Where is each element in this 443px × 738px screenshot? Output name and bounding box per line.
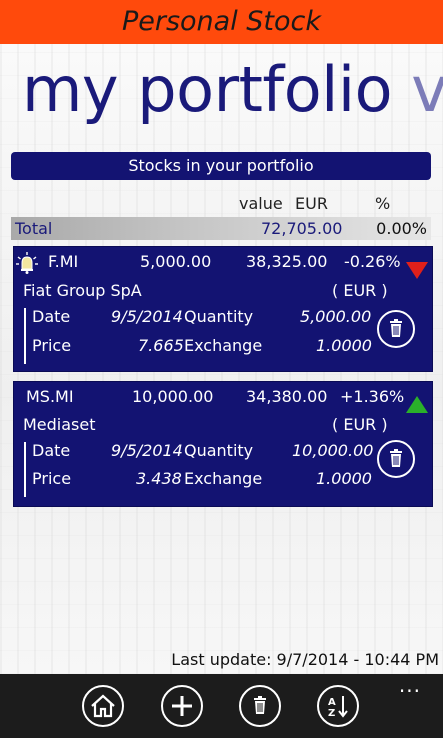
stock-name: Fiat Group SpA (23, 281, 142, 300)
detail-divider (24, 308, 26, 364)
column-header-currency: EUR (295, 194, 328, 213)
delete-button[interactable] (239, 685, 281, 727)
home-button[interactable] (82, 685, 124, 727)
add-icon (172, 696, 192, 716)
quantity-detail: 5,000.00 (300, 307, 372, 326)
stock-quantity: 5,000.00 (140, 252, 212, 271)
alert-bell-icon[interactable] (16, 252, 38, 278)
stock-currency: ( EUR ) (332, 281, 388, 300)
portfolio-section-header: Stocks in your portfolio (11, 152, 431, 180)
delete-icon (254, 696, 266, 714)
app-bar: A Z ... (0, 674, 443, 738)
price-label: Price (32, 336, 72, 355)
column-header-value: value (239, 194, 283, 213)
delete-stock-button[interactable] (377, 440, 415, 478)
pivot-next-title[interactable]: vi (411, 53, 443, 126)
trash-icon (390, 449, 402, 467)
exchange-label: Exchange (184, 469, 263, 488)
stock-symbol: F.MI (48, 252, 79, 271)
trend-up-icon (406, 396, 428, 413)
app-title-bar: Personal Stock (0, 0, 443, 44)
trend-down-icon (406, 262, 428, 279)
svg-text:Z: Z (328, 708, 335, 719)
stock-quantity: 10,000.00 (132, 387, 214, 406)
quantity-detail: 10,000.00 (292, 441, 374, 460)
trash-icon (390, 319, 402, 337)
stock-name: Mediaset (23, 415, 96, 434)
app-title: Personal Stock (121, 6, 322, 37)
more-options-button[interactable]: ... (399, 675, 421, 695)
purchase-date: 9/5/2014 (111, 307, 183, 326)
stock-value: 34,380.00 (246, 387, 328, 406)
stock-change-percent: +1.36% (340, 387, 405, 406)
total-label: Total (15, 219, 53, 238)
stock-value: 38,325.00 (246, 252, 328, 271)
sort-button[interactable]: A Z (317, 685, 359, 727)
delete-stock-button[interactable] (377, 310, 415, 348)
stock-card[interactable]: MS.MI 10,000.00 34,380.00 +1.36% Mediase… (13, 381, 433, 507)
stock-currency: ( EUR ) (332, 415, 388, 434)
home-icon (91, 694, 115, 718)
exchange-label: Exchange (184, 336, 263, 355)
total-row: Total 72,705.00 0.00% (11, 217, 431, 240)
purchase-price: 7.665 (138, 336, 184, 355)
total-value: 72,705.00 (261, 219, 343, 238)
pivot-current-title[interactable]: my portfolio (22, 53, 393, 126)
stock-change-percent: -0.26% (344, 252, 401, 271)
exchange-rate: 1.0000 (316, 336, 372, 355)
column-header-percent: % (375, 194, 391, 213)
price-label: Price (32, 469, 72, 488)
add-stock-button[interactable] (161, 685, 203, 727)
date-label: Date (32, 307, 71, 326)
sort-az-icon: A Z (328, 696, 348, 719)
purchase-date: 9/5/2014 (111, 441, 183, 460)
quantity-label: Quantity (184, 307, 254, 326)
detail-divider (24, 442, 26, 497)
quantity-label: Quantity (184, 441, 254, 460)
exchange-rate: 1.0000 (316, 469, 372, 488)
purchase-price: 3.438 (136, 469, 182, 488)
stock-card[interactable]: F.MI 5,000.00 38,325.00 -0.26% Fiat Grou… (13, 246, 433, 372)
total-percent: 0.00% (376, 219, 427, 238)
svg-text:A: A (328, 697, 336, 708)
date-label: Date (32, 441, 71, 460)
last-update-status: Last update: 9/7/2014 - 10:44 PM (171, 650, 439, 669)
pivot-header[interactable]: my portfolio vi (22, 52, 443, 128)
stock-symbol: MS.MI (26, 387, 74, 406)
